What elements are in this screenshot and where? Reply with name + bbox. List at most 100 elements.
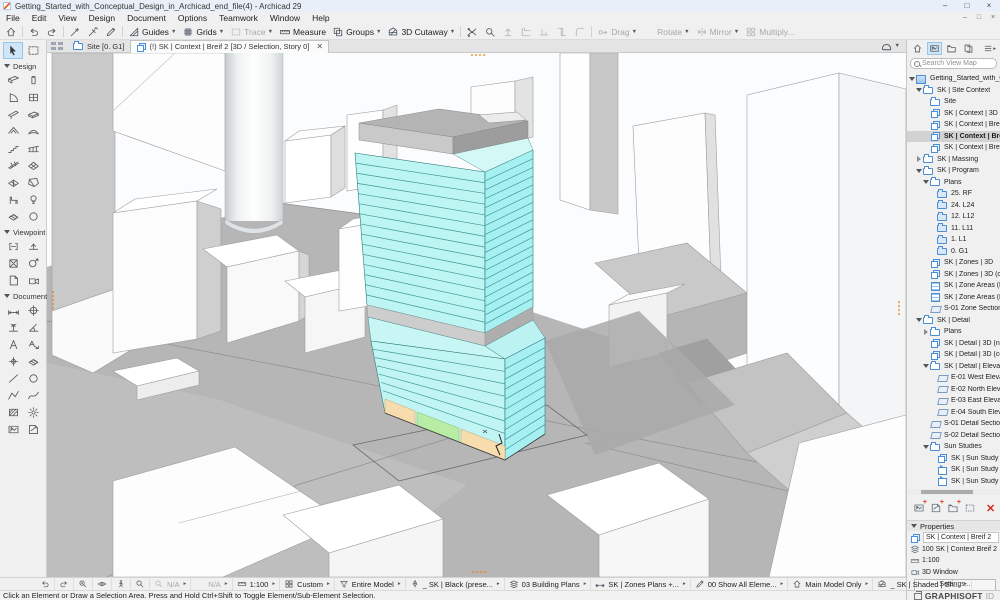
- elevate-button[interactable]: [499, 25, 517, 39]
- expander-icon[interactable]: [908, 74, 916, 84]
- property-window-type[interactable]: 3D Window: [907, 567, 1000, 579]
- worksheet-tool[interactable]: [3, 272, 23, 289]
- view-map-item[interactable]: SK | Massing: [907, 154, 1000, 166]
- hotspot-tool[interactable]: [3, 353, 23, 370]
- split-button[interactable]: [463, 25, 481, 39]
- delete-view-button[interactable]: ✕: [986, 502, 995, 515]
- view-map-item[interactable]: Plans: [907, 326, 1000, 338]
- view-settings-ghost-icon[interactable]: [880, 40, 893, 53]
- menu-item[interactable]: Design: [83, 12, 121, 24]
- close-button[interactable]: ×: [978, 0, 1000, 12]
- view-map-item[interactable]: SK | Detail | 3D (context): [907, 349, 1000, 361]
- 3d-viewport[interactable]: [47, 53, 906, 577]
- polyline-tool[interactable]: [3, 387, 23, 404]
- doc-close-button[interactable]: ×: [986, 12, 1000, 24]
- object-tool[interactable]: [3, 191, 23, 208]
- view-map-item[interactable]: SK | Sun Study | Sept 2: [907, 464, 1000, 476]
- expander-icon[interactable]: [922, 177, 930, 187]
- view-map-item[interactable]: SK | Detail | 3D (no conte: [907, 338, 1000, 350]
- view-map-item[interactable]: SK | Detail | Elevations: [907, 361, 1000, 373]
- drawing-tool[interactable]: [23, 421, 43, 438]
- dimension-style-quick-option[interactable]: SK | Zones Plans +... ▸: [591, 578, 690, 590]
- doc-minimize-button[interactable]: –: [958, 12, 972, 24]
- navigator-menu-button[interactable]: ▸: [982, 42, 997, 55]
- project-map-button[interactable]: [910, 42, 925, 55]
- fillet-button[interactable]: [571, 25, 589, 39]
- expander-icon[interactable]: [915, 166, 923, 176]
- clone-folder-button[interactable]: +: [929, 501, 943, 515]
- fill-tool[interactable]: [23, 353, 43, 370]
- scale-quick-option[interactable]: 1:100 ▸: [233, 578, 281, 590]
- detail-tool[interactable]: [23, 255, 43, 272]
- walk-button[interactable]: [112, 578, 131, 590]
- menu-item[interactable]: View: [52, 12, 82, 24]
- sun-tool[interactable]: [23, 404, 43, 421]
- pick-up-parameters-button[interactable]: [66, 25, 84, 39]
- toolbox-section-design[interactable]: Design: [0, 59, 46, 72]
- pop-up-navigator-icon[interactable]: [51, 42, 64, 51]
- view-map-item[interactable]: SK | Zone Areas (by Story): [907, 280, 1000, 292]
- section-tool[interactable]: [3, 238, 23, 255]
- graphic-override-quick-option[interactable]: 00 Show All Eleme... ▸: [691, 578, 789, 590]
- dimension-tool[interactable]: [3, 302, 23, 319]
- door-tool[interactable]: [3, 89, 23, 106]
- look-around-button[interactable]: [93, 578, 112, 590]
- label-tool[interactable]: [23, 336, 43, 353]
- view-map-item[interactable]: E-02 North Elevation: [907, 384, 1000, 396]
- view-map-item[interactable]: E-04 South Elevation: [907, 407, 1000, 419]
- measure-button[interactable]: Measure: [276, 25, 329, 39]
- filter-elements-quick-option[interactable]: Entire Model ▸: [335, 578, 406, 590]
- view-map-button[interactable]: [927, 42, 942, 55]
- circle-tool[interactable]: [23, 370, 43, 387]
- new-folder-button[interactable]: +: [946, 501, 960, 515]
- elevation-tool[interactable]: [23, 238, 43, 255]
- morph-tool[interactable]: [23, 174, 43, 191]
- view-settings-button[interactable]: [963, 501, 977, 515]
- undo-button[interactable]: [25, 25, 43, 39]
- spline-tool[interactable]: [23, 387, 43, 404]
- view-map-item[interactable]: S-01 Zone Section: [907, 303, 1000, 315]
- trim-button[interactable]: [517, 25, 535, 39]
- groups-button[interactable]: Groups ▼: [329, 25, 384, 39]
- expander-icon[interactable]: [922, 361, 930, 371]
- beam-tool[interactable]: [3, 106, 23, 123]
- rotate-button[interactable]: Rotate ▼: [640, 25, 693, 39]
- view-map-item[interactable]: SK | Context | 3D: [907, 108, 1000, 120]
- shell-tool[interactable]: [23, 123, 43, 140]
- cutaway-button[interactable]: 3D Cutaway ▼: [384, 25, 458, 39]
- menu-item[interactable]: File: [0, 12, 26, 24]
- expander-icon[interactable]: [915, 156, 923, 162]
- intersect-button[interactable]: [553, 25, 571, 39]
- view-map-item[interactable]: SK | Zones | 3D: [907, 257, 1000, 269]
- menu-item[interactable]: Options: [172, 12, 213, 24]
- level-dimension-tool[interactable]: [23, 302, 43, 319]
- angle-dimension-tool[interactable]: [23, 319, 43, 336]
- favorites-button[interactable]: [102, 25, 120, 39]
- view-map-item[interactable]: SK | Sun Study | Sept 2: [907, 476, 1000, 488]
- toolbox-section-viewpoint[interactable]: Viewpoint: [0, 225, 46, 238]
- publisher-button[interactable]: [961, 42, 976, 55]
- menu-item[interactable]: Edit: [26, 12, 53, 24]
- maximize-button[interactable]: □: [956, 0, 978, 12]
- fit-in-window-button[interactable]: [131, 578, 150, 590]
- column-tool[interactable]: [23, 72, 43, 89]
- view-map-item[interactable]: SK | Sun Study (colour): [907, 453, 1000, 465]
- view-map-item[interactable]: Site: [907, 96, 1000, 108]
- view-map-item[interactable]: SK | Context | Breif 1: [907, 119, 1000, 131]
- trace-button[interactable]: Trace ▼: [227, 25, 276, 39]
- view-map-item[interactable]: SK | Program: [907, 165, 1000, 177]
- camera-tool[interactable]: [23, 272, 43, 289]
- property-layer-combination[interactable]: 100 SK | Context Breif 2: [907, 544, 1000, 556]
- arrow-tool[interactable]: [3, 42, 23, 59]
- view-map-item[interactable]: Sun Studies: [907, 441, 1000, 453]
- view-map-item[interactable]: 0. G1: [907, 246, 1000, 258]
- mirror-button[interactable]: Mirror ▼: [693, 25, 743, 39]
- view-map-item[interactable]: SK | Detail: [907, 315, 1000, 327]
- view-map-item[interactable]: 24. L24: [907, 200, 1000, 212]
- home-button[interactable]: [2, 25, 20, 39]
- view-map-item[interactable]: 12. L12: [907, 211, 1000, 223]
- view-map-item[interactable]: S-02 Detail Section 02: [907, 430, 1000, 442]
- curtain-wall-tool[interactable]: [3, 157, 23, 174]
- text-tool[interactable]: [3, 336, 23, 353]
- view-name-field[interactable]: SK | Context | Breif 2: [923, 532, 999, 543]
